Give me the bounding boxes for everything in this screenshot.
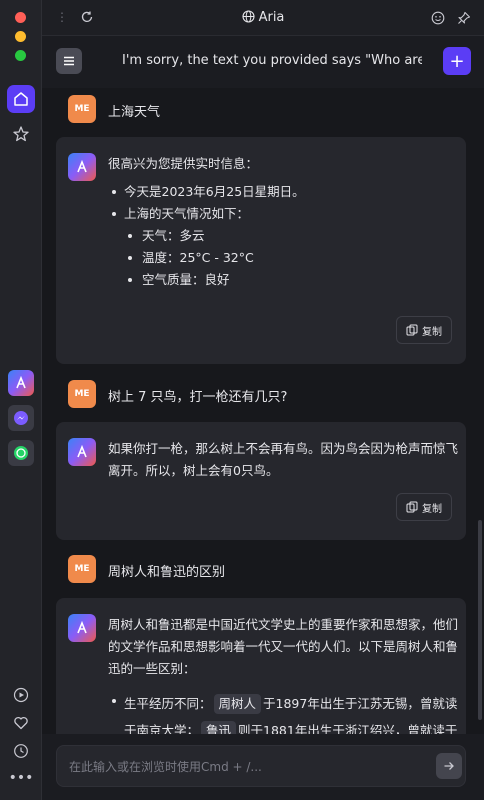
globe-icon (242, 10, 255, 27)
emoji-icon[interactable] (431, 10, 445, 29)
whatsapp-icon[interactable] (8, 440, 34, 466)
copy-button[interactable]: 复制 (396, 316, 452, 344)
copy-label: 复制 (422, 326, 442, 338)
aria-app-icon[interactable] (8, 370, 34, 396)
list-item: 空气质量：良好 (108, 269, 460, 291)
assistant-message-body: 如果你打一枪，那么树上不会再有鸟。因为鸟会因为枪声而惊飞离开。所以，树上会有0只… (108, 441, 459, 478)
menu-button[interactable] (56, 48, 82, 74)
copy-icon (406, 324, 418, 336)
message-input[interactable] (69, 756, 409, 778)
list-item-text: 生平经历不同： (124, 696, 212, 711)
copy-label: 复制 (422, 503, 442, 515)
assistant-message-body: 周树人和鲁迅都是中国近代文学史上的重要作家和思想家，他们的文学作品和思想影响着一… (108, 614, 460, 734)
sub-bullet-list: 天气：多云 温度：25°C - 32°C 空气质量：良好 (108, 225, 460, 291)
aria-avatar-icon (68, 614, 96, 642)
home-icon[interactable] (7, 85, 35, 113)
copy-icon (406, 501, 418, 513)
history-icon[interactable] (11, 741, 31, 761)
left-rail: ••• (0, 0, 42, 800)
assistant-message: 很高兴为您提供实时信息： 今天是2023年6月25日星期日。 上海的天气情况如下… (56, 137, 466, 364)
assistant-message: 如果你打一枪，那么树上不会再有鸟。因为鸟会因为枪声而惊飞离开。所以，树上会有0只… (56, 422, 466, 540)
entity-tag[interactable]: 周树人 (213, 694, 262, 714)
assistant-intro: 很高兴为您提供实时信息： (108, 156, 259, 171)
user-message-text: 上海天气 (108, 105, 161, 120)
window-title-text: Aria (258, 10, 285, 25)
list-item: 生平经历不同： 周树人 于1897年出生于江苏无锡，曾就读于南京大学； 鲁迅 则于188… (108, 690, 460, 734)
list-item: 温度：25°C - 32°C (108, 247, 460, 269)
user-message: ME 树上 7 只鸟，打一枪还有几只? (56, 378, 466, 414)
send-button[interactable] (436, 753, 462, 779)
bullet-list: 生平经历不同： 周树人 于1897年出生于江苏无锡，曾就读于南京大学； 鲁迅 则于188… (108, 690, 460, 734)
new-chat-button[interactable]: + (443, 47, 471, 75)
user-avatar: ME (68, 95, 96, 123)
copy-button[interactable]: 复制 (396, 493, 452, 521)
chat-header: I'm sorry, the text you provided says "W… (42, 36, 484, 88)
list-item: 今天是2023年6月25日星期日。 (108, 181, 460, 203)
message-input-box (56, 745, 466, 787)
aria-avatar-icon (68, 153, 96, 181)
chat-title: I'm sorry, the text you provided says "W… (122, 53, 422, 68)
user-message-text: 树上 7 只鸟，打一枪还有几只? (108, 390, 288, 405)
user-avatar: ME (68, 380, 96, 408)
top-bar: ⋮ Aria (42, 0, 484, 36)
heart-icon[interactable] (11, 713, 31, 733)
assistant-message: 周树人和鲁迅都是中国近代文学史上的重要作家和思想家，他们的文学作品和思想影响着一… (56, 598, 466, 734)
plus-icon: + (449, 50, 465, 72)
list-item-text: 则于1881年出生于浙江绍兴，曾就读于 (238, 723, 458, 734)
star-icon[interactable] (7, 120, 35, 148)
close-window-button[interactable] (15, 12, 26, 23)
assistant-message-body: 很高兴为您提供实时信息： 今天是2023年6月25日星期日。 上海的天气情况如下… (108, 153, 460, 291)
pin-icon[interactable] (457, 10, 471, 29)
arrow-right-icon (444, 762, 454, 770)
chat-scroll-area[interactable]: ME 上海天气 很高兴为您提供实时信息： 今天是2023年6月25日星期日。 上… (42, 88, 484, 734)
more-icon[interactable]: ••• (9, 768, 34, 788)
main-pane: ⋮ Aria I'm sorry, the text you provided … (42, 0, 484, 800)
play-icon[interactable] (11, 685, 31, 705)
assistant-intro: 周树人和鲁迅都是中国近代文学史上的重要作家和思想家，他们的文学作品和思想影响着一… (108, 617, 459, 676)
list-item: 上海的天气情况如下： (108, 203, 460, 225)
user-message-text: 周树人和鲁迅的区别 (108, 565, 226, 580)
hamburger-icon (64, 56, 74, 66)
user-avatar: ME (68, 555, 96, 583)
entity-tag[interactable]: 鲁迅 (201, 721, 237, 734)
window-title: Aria (42, 10, 484, 27)
maximize-window-button[interactable] (15, 50, 26, 61)
aria-avatar-icon (68, 438, 96, 466)
list-item: 天气：多云 (108, 225, 460, 247)
messenger-icon[interactable] (8, 405, 34, 431)
minimize-window-button[interactable] (15, 31, 26, 42)
scrollbar[interactable] (478, 520, 482, 720)
user-message: ME 周树人和鲁迅的区别 (56, 553, 466, 589)
bullet-list: 今天是2023年6月25日星期日。 上海的天气情况如下： (108, 181, 460, 225)
input-area (42, 734, 484, 800)
user-message: ME 上海天气 (56, 93, 466, 129)
